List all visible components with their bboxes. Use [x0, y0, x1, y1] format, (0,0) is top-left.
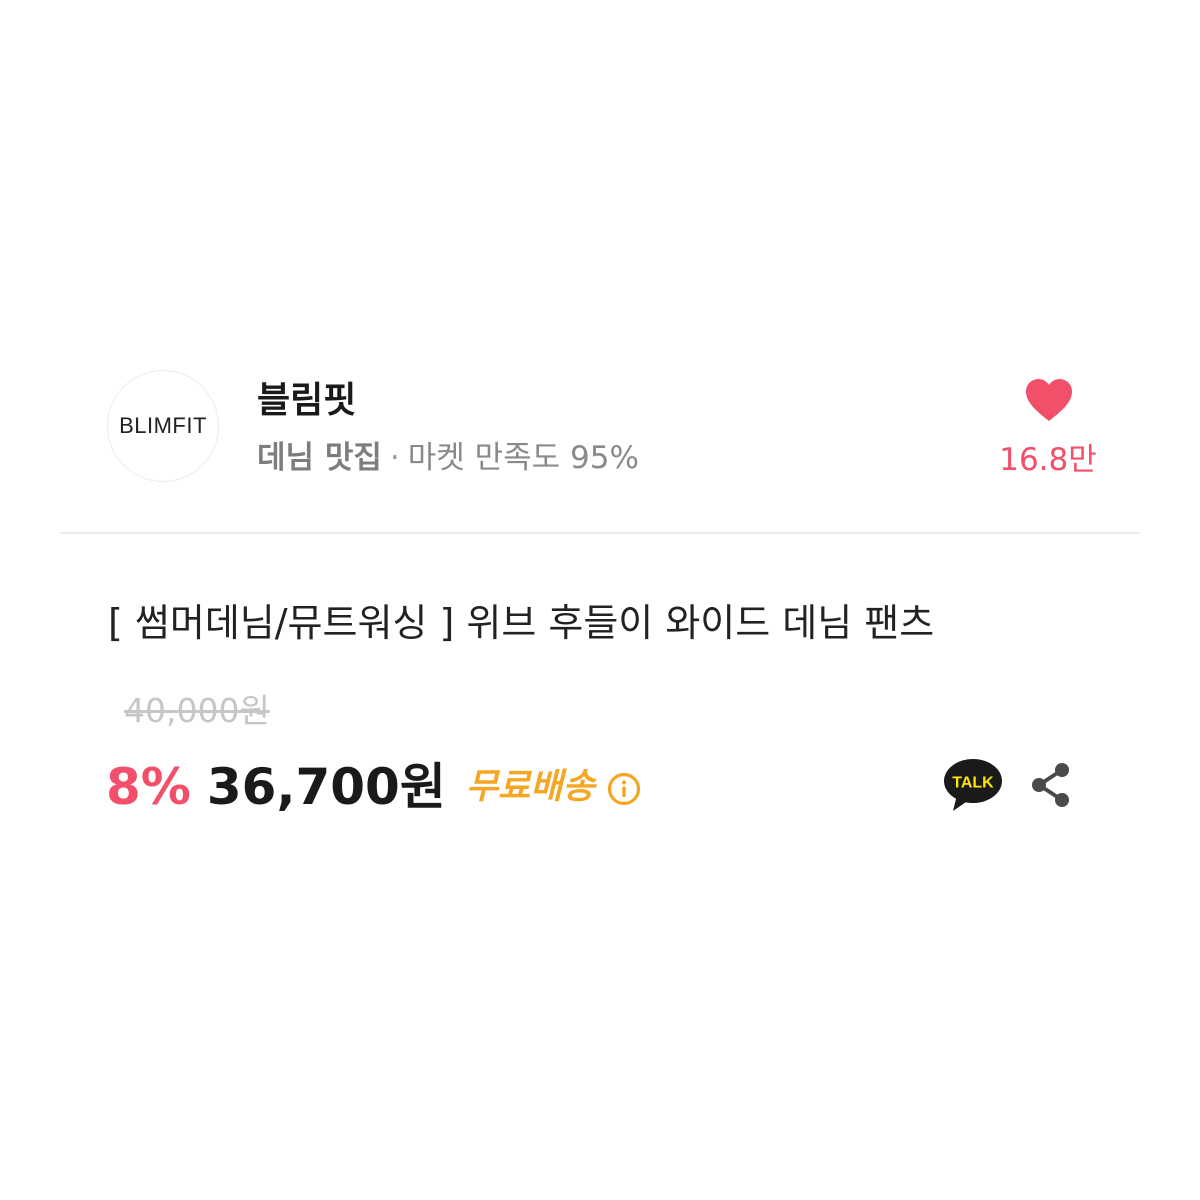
like-count: 16.8만	[999, 442, 1097, 478]
divider	[60, 532, 1140, 534]
sale-price: 36,700원	[206, 758, 446, 816]
kakao-talk-icon: TALK	[944, 759, 1002, 811]
price-row: 8% 36,700원 무료배송	[106, 752, 641, 822]
store-meta: 데님 맛집 · 마켓 만족도 95%	[257, 436, 639, 480]
kakao-talk-label: TALK	[952, 775, 994, 792]
store-satisfaction: 마켓 만족도 95%	[407, 440, 639, 476]
product-title: [ 썸머데님/뮤트워싱 ] 위브 후들이 와이드 데님 팬츠	[108, 601, 935, 645]
share-icon	[1032, 763, 1069, 807]
store-tag: 데님 맛집	[257, 440, 382, 476]
discount-rate: 8%	[106, 758, 191, 816]
share-button[interactable]	[1026, 760, 1076, 810]
free-shipping-badge: 무료배송	[465, 767, 595, 807]
store-logo[interactable]: BLIMFIT	[107, 370, 219, 482]
heart-icon[interactable]	[1025, 378, 1073, 422]
store-logo-text: BLIMFIT	[119, 413, 207, 438]
kakao-talk-button[interactable]: TALK	[943, 757, 1003, 813]
like-button[interactable]: 16.8만	[990, 378, 1110, 488]
info-icon[interactable]	[607, 772, 641, 806]
original-price: 40,000원	[124, 691, 270, 730]
store-header: BLIMFIT 블림핏 데님 맛집 · 마켓 만족도 95% 16.8만	[0, 360, 1200, 500]
store-meta-separator: ·	[389, 440, 400, 476]
store-name[interactable]: 블림핏	[257, 377, 356, 425]
